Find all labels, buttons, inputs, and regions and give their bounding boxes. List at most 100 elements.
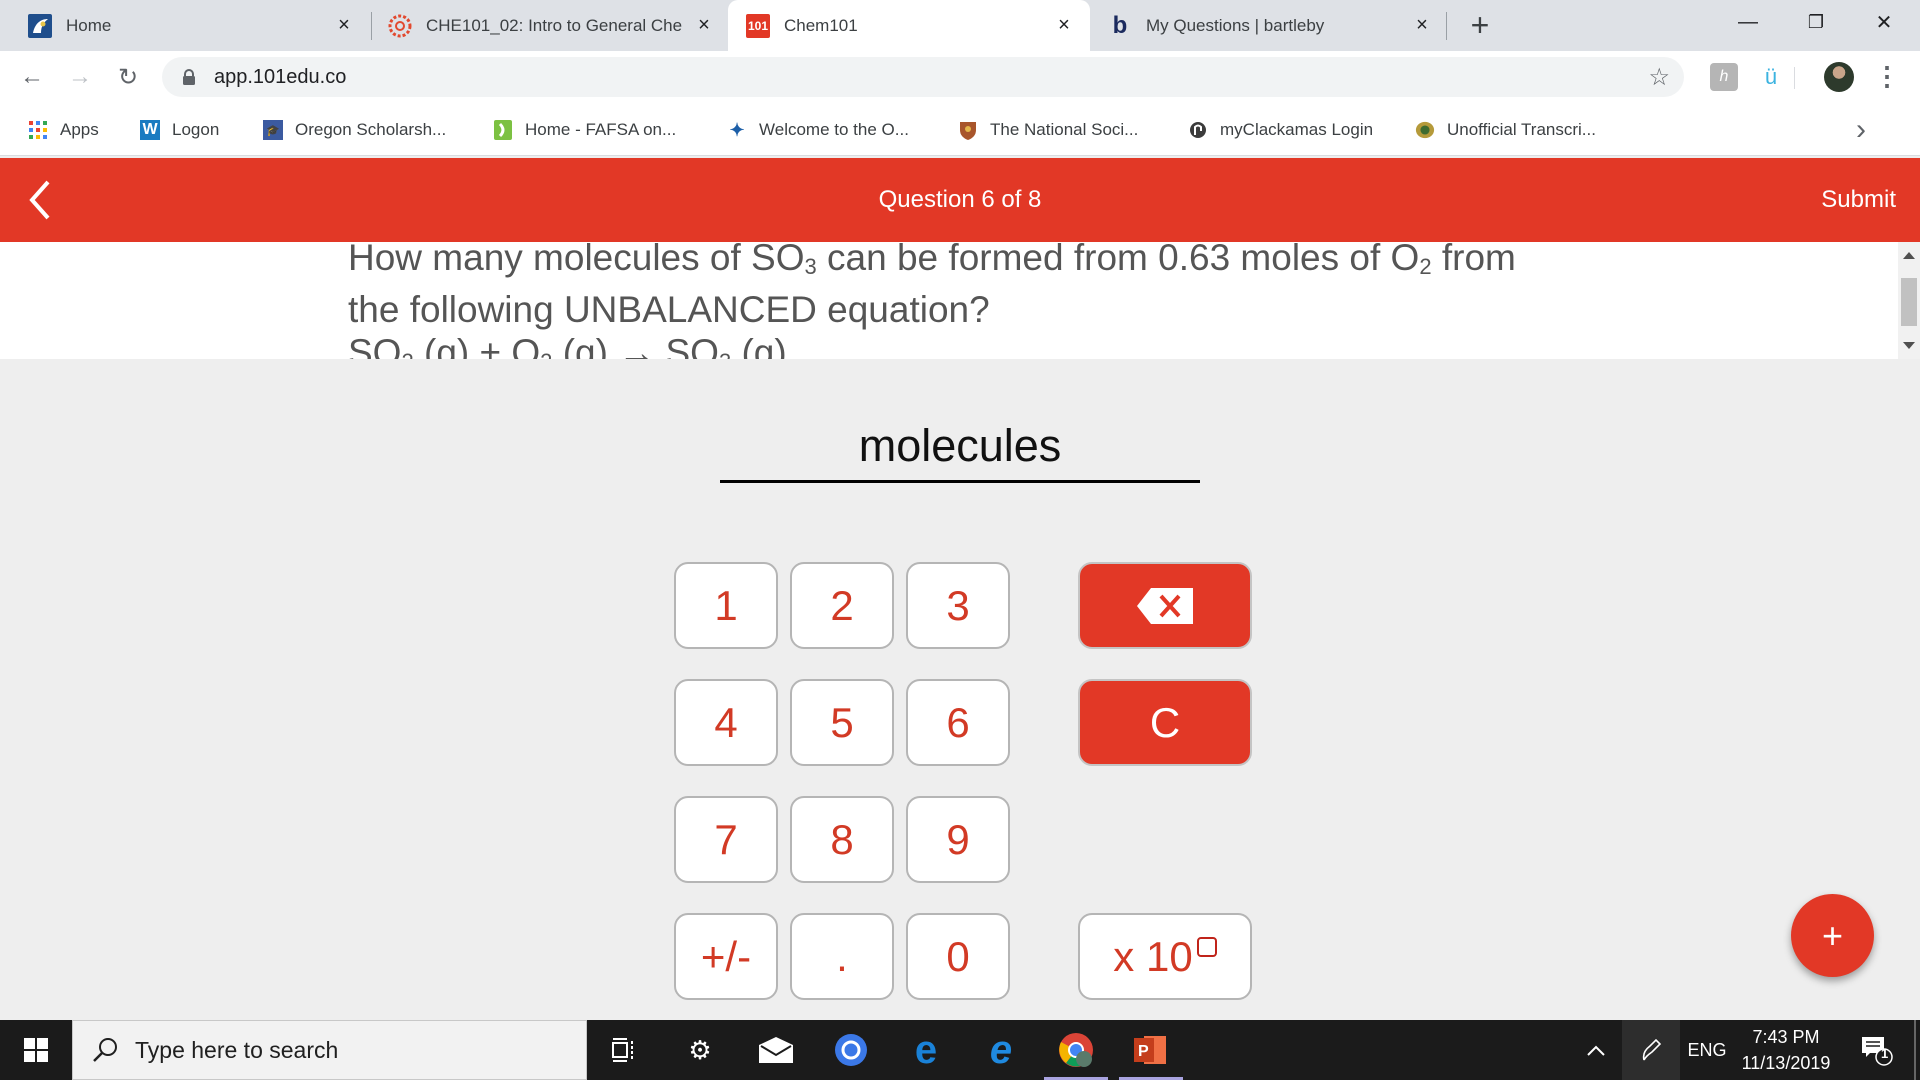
- mail-icon[interactable]: [740, 1020, 812, 1080]
- key-7[interactable]: 7: [674, 796, 778, 883]
- clear-button[interactable]: C: [1078, 679, 1252, 766]
- decimal-key[interactable]: .: [790, 913, 894, 1000]
- address-bar[interactable]: app.101edu.co ☆: [162, 57, 1684, 97]
- subscript: 2: [540, 349, 552, 359]
- forward-button[interactable]: →: [62, 59, 98, 95]
- key-5[interactable]: 5: [790, 679, 894, 766]
- scroll-down-arrow-icon[interactable]: [1903, 342, 1915, 349]
- bookmark-label: Apps: [60, 120, 99, 139]
- answer-unit-label: molecules: [858, 420, 1062, 471]
- close-tab-icon[interactable]: ×: [692, 14, 716, 37]
- browser-menu-icon[interactable]: ⋮: [1872, 61, 1902, 95]
- start-button[interactable]: [0, 1020, 72, 1080]
- question-line-2: the following UNBALANCED equation?: [348, 289, 990, 330]
- owl-logo-icon: [28, 13, 52, 38]
- add-floating-button[interactable]: +: [1791, 894, 1874, 977]
- chromium-icon[interactable]: [815, 1020, 887, 1080]
- canvas-logo-icon: [388, 14, 412, 38]
- pen-ink-workspace-icon[interactable]: [1622, 1020, 1680, 1080]
- scroll-up-arrow-icon[interactable]: [1903, 252, 1915, 259]
- bookmark-oregon-scholarship[interactable]: 🎓 Oregon Scholarsh...: [263, 105, 446, 155]
- close-window-button[interactable]: ✕: [1850, 0, 1918, 44]
- question-text: How many molecules of SO3 can be formed …: [348, 242, 1558, 359]
- key-2[interactable]: 2: [790, 562, 894, 649]
- powerpoint-icon[interactable]: P: [1115, 1020, 1187, 1080]
- bookmark-fafsa[interactable]: Home - FAFSA on...: [493, 105, 676, 155]
- plus-minus-key[interactable]: +/-: [674, 913, 778, 1000]
- tab-title: My Questions | bartleby: [1146, 15, 1325, 35]
- tab-title: Chem101: [784, 15, 858, 35]
- reload-button[interactable]: ↻: [110, 59, 146, 95]
- key-1[interactable]: 1: [674, 562, 778, 649]
- lock-icon: [182, 69, 196, 85]
- show-hidden-icons-chevron-icon[interactable]: [1576, 1020, 1616, 1080]
- edge-icon[interactable]: e: [890, 1020, 962, 1080]
- bookmark-logon[interactable]: W Logon: [140, 105, 219, 155]
- bookmark-star-icon[interactable]: ☆: [1648, 63, 1670, 92]
- search-placeholder: Type here to search: [135, 1036, 339, 1063]
- bookmark-myclackamas[interactable]: myClackamas Login: [1188, 105, 1373, 155]
- tab-home[interactable]: Home ×: [0, 0, 370, 51]
- bookmarks-overflow-chevron-icon[interactable]: ›: [1856, 105, 1866, 155]
- key-9[interactable]: 9: [906, 796, 1010, 883]
- honey-extension-icon[interactable]: h: [1710, 63, 1738, 91]
- backspace-button[interactable]: [1078, 562, 1252, 649]
- key-0[interactable]: 0: [906, 913, 1010, 1000]
- fafsa-icon: [493, 120, 513, 140]
- key-6[interactable]: 6: [906, 679, 1010, 766]
- windows-taskbar: Type here to search ⚙ e e P ENG 7:43 PM …: [0, 1020, 1920, 1080]
- input-language-indicator[interactable]: ENG: [1682, 1020, 1732, 1080]
- close-tab-icon[interactable]: ×: [1410, 14, 1434, 37]
- bookmark-apps[interactable]: Apps: [28, 105, 99, 155]
- close-tab-icon[interactable]: ×: [332, 14, 356, 37]
- key-4[interactable]: 4: [674, 679, 778, 766]
- taskbar-search-box[interactable]: Type here to search: [72, 1020, 587, 1080]
- bookmark-transcript[interactable]: Unofficial Transcri...: [1415, 105, 1596, 155]
- owl-extension-icon[interactable]: ü: [1757, 63, 1785, 91]
- tab-bartleby[interactable]: b My Questions | bartleby ×: [1090, 0, 1448, 51]
- windows-logo-icon: [24, 1038, 48, 1062]
- action-center-button[interactable]: 1: [1852, 1020, 1902, 1080]
- tab-canvas-course[interactable]: CHE101_02: Intro to General Che ×: [360, 0, 730, 51]
- equation-text: (g) → SO: [552, 332, 719, 359]
- question-line-1: How many molecules of SO3 can be formed …: [348, 242, 1516, 279]
- bookmark-national-society[interactable]: The National Soci...: [958, 105, 1138, 155]
- clock-date: 11/13/2019: [1741, 1053, 1831, 1073]
- clock-time: 7:43 PM: [1752, 1027, 1820, 1047]
- backspace-icon: [1137, 587, 1193, 624]
- bookmark-welcome[interactable]: ✦ Welcome to the O...: [727, 105, 909, 155]
- bookmark-label: myClackamas Login: [1220, 120, 1374, 139]
- restore-button[interactable]: ❐: [1782, 0, 1850, 44]
- chrome-icon[interactable]: [1040, 1020, 1112, 1080]
- equation-text: SO: [348, 332, 402, 359]
- internet-explorer-icon[interactable]: e: [965, 1020, 1037, 1080]
- key-8[interactable]: 8: [790, 796, 894, 883]
- settings-gear-icon[interactable]: ⚙: [664, 1020, 736, 1080]
- back-button[interactable]: ←: [14, 59, 50, 95]
- sci-notation-label: x 10: [1113, 932, 1193, 980]
- bookmark-label: Welcome to the O...: [759, 120, 909, 139]
- question-scrollbar[interactable]: [1898, 242, 1920, 359]
- submit-button[interactable]: Submit: [1821, 186, 1896, 214]
- clackamas-icon: [1188, 120, 1208, 140]
- bookmark-label: The National Soci...: [990, 120, 1139, 139]
- minimize-button[interactable]: —: [1714, 0, 1782, 44]
- answer-input-line[interactable]: [720, 480, 1200, 483]
- show-desktop-button[interactable]: [1914, 1020, 1916, 1080]
- tab-chem101[interactable]: 101 Chem101 ×: [728, 0, 1090, 51]
- scholarship-icon: 🎓: [263, 120, 283, 140]
- new-tab-button[interactable]: +: [1460, 6, 1500, 46]
- scrollbar-thumb[interactable]: [1901, 278, 1917, 326]
- question-header-bar: Question 6 of 8 Submit: [0, 158, 1920, 242]
- profile-avatar[interactable]: [1824, 62, 1854, 92]
- tab-title: CHE101_02: Intro to General Che: [426, 15, 683, 35]
- task-view-icon[interactable]: [587, 1020, 659, 1080]
- close-tab-icon[interactable]: ×: [1052, 14, 1076, 37]
- key-3[interactable]: 3: [906, 562, 1010, 649]
- notification-icon: [1862, 1037, 1893, 1066]
- system-clock[interactable]: 7:43 PM 11/13/2019: [1736, 1020, 1836, 1080]
- scientific-notation-key[interactable]: x 10: [1078, 913, 1252, 1000]
- apps-grid-icon: [28, 120, 48, 140]
- figure-icon: ✦: [729, 119, 745, 140]
- bookmark-label: Home - FAFSA on...: [525, 120, 677, 139]
